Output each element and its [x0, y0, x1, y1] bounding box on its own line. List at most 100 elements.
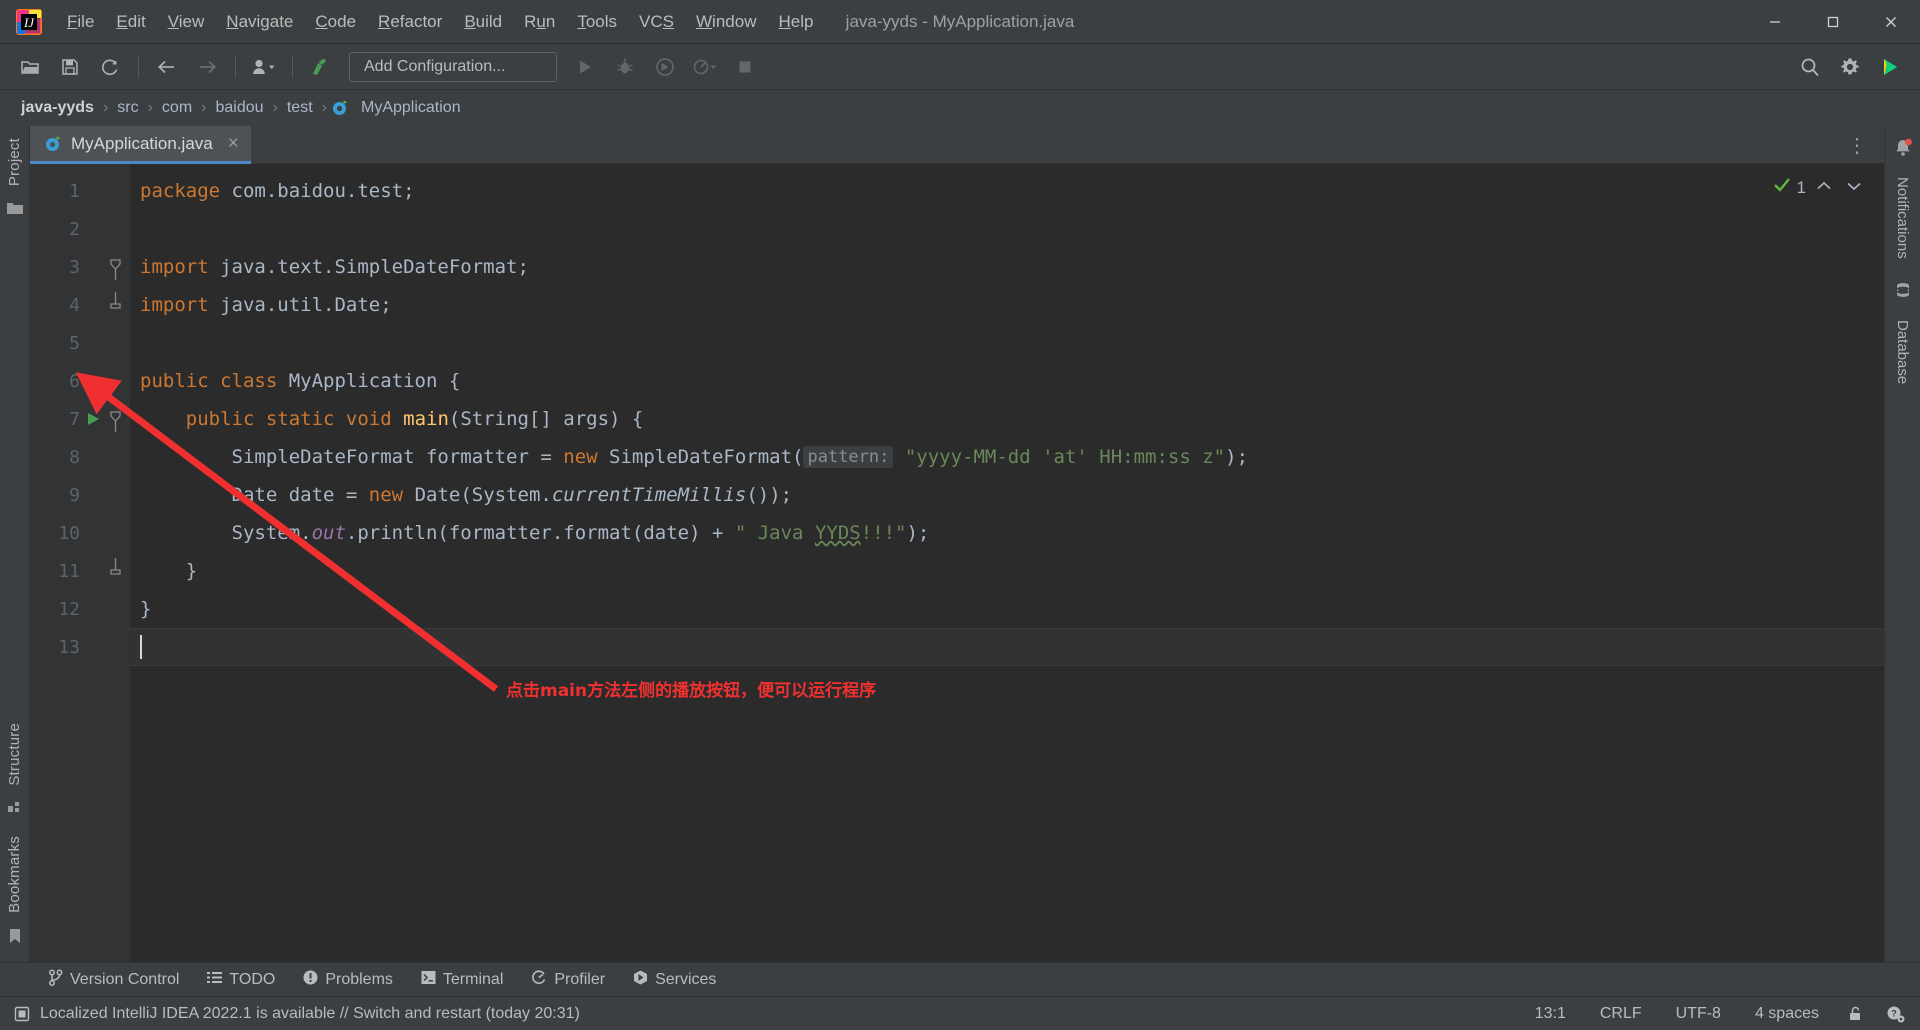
editor-gutter[interactable]: 1 2 3 4 5 6	[30, 164, 130, 962]
profiler-icon	[531, 970, 547, 990]
build-project-icon[interactable]	[304, 50, 338, 84]
synchronize-icon[interactable]	[93, 50, 127, 84]
java-class-icon	[331, 99, 349, 117]
editor-options-kebab-icon[interactable]: ⋮	[1841, 126, 1874, 164]
status-bar-message[interactable]: Localized IntelliJ IDEA 2022.1 is availa…	[40, 1005, 580, 1023]
user-profile-icon[interactable]	[247, 50, 281, 84]
coverage-icon[interactable]	[648, 50, 682, 84]
java-class-icon	[44, 135, 62, 153]
fold-collapse-icon[interactable]	[104, 406, 126, 432]
editor-tab-myapplication[interactable]: MyApplication.java ×	[30, 126, 251, 164]
menu-help[interactable]: Help	[767, 8, 824, 36]
file-encoding[interactable]: UTF-8	[1670, 1002, 1727, 1026]
unlocked-icon[interactable]	[1847, 1005, 1864, 1022]
open-project-icon[interactable]	[13, 50, 47, 84]
menu-vcs[interactable]: VCS	[628, 8, 685, 36]
line-number: 5	[30, 333, 82, 354]
close-tab-icon[interactable]: ×	[228, 134, 239, 153]
tool-window-terminal[interactable]: Terminal	[409, 967, 515, 993]
run-class-gutter-icon[interactable]	[82, 373, 104, 389]
stop-icon[interactable]	[728, 50, 762, 84]
sidebar-item-structure[interactable]: Structure	[2, 713, 27, 796]
svg-text:?: ?	[1891, 1008, 1897, 1018]
menu-edit[interactable]: Edit	[105, 8, 156, 36]
maximize-button[interactable]	[1804, 0, 1862, 44]
close-button[interactable]	[1862, 0, 1920, 44]
sidebar-item-project[interactable]: Project	[2, 128, 27, 196]
tool-window-version-control[interactable]: Version Control	[36, 966, 191, 994]
menu-code[interactable]: Code	[304, 8, 367, 36]
inspection-widget[interactable]: 1	[1773, 176, 1866, 199]
minimize-button[interactable]	[1746, 0, 1804, 44]
tool-window-todo[interactable]: TODO	[195, 967, 287, 993]
caret-position[interactable]: 13:1	[1529, 1002, 1572, 1026]
search-everywhere-icon[interactable]	[1793, 50, 1827, 84]
toolbar-separator-2	[235, 56, 236, 78]
menu-view[interactable]: View	[157, 8, 216, 36]
code-line[interactable]: public class MyApplication {	[130, 362, 1884, 400]
left-strip-top: Project	[2, 128, 27, 227]
breadcrumb-item-project[interactable]: java-yyds	[16, 99, 99, 117]
code-line[interactable]: }	[130, 552, 1884, 590]
menu-navigate[interactable]: Navigate	[215, 8, 304, 36]
code-line[interactable]: System.out.println(formatter.format(date…	[130, 514, 1884, 552]
code-line[interactable]: SimpleDateFormat formatter = new SimpleD…	[130, 438, 1884, 476]
help-settings-icon[interactable]: ?	[1886, 1005, 1906, 1023]
code-text-area[interactable]: package com.baidou.test; import java.text…	[130, 164, 1884, 962]
database-icon[interactable]	[1893, 281, 1913, 306]
menu-tools[interactable]: Tools	[566, 8, 628, 36]
code-editor[interactable]: 1 2 3 4 5 6	[30, 164, 1884, 962]
code-line[interactable]: }	[130, 590, 1884, 628]
menu-window[interactable]: Window	[685, 8, 767, 36]
fold-collapse-icon[interactable]	[104, 254, 126, 280]
ide-updates-icon[interactable]	[1873, 50, 1907, 84]
sidebar-item-database[interactable]: Database	[1890, 310, 1915, 394]
code-token: MyApplication {	[277, 370, 460, 392]
run-main-method-gutter-icon[interactable]	[82, 411, 104, 427]
notifications-bell-icon[interactable]	[1893, 138, 1913, 163]
run-icon[interactable]	[568, 50, 602, 84]
tool-window-problems[interactable]: Problems	[291, 967, 405, 993]
navigate-forward-icon[interactable]	[190, 50, 224, 84]
code-line[interactable]: public static void main(String[] args) {	[130, 400, 1884, 438]
breadcrumb-item-class[interactable]: MyApplication	[356, 99, 466, 117]
fold-end-icon[interactable]	[104, 292, 126, 318]
indent-setting[interactable]: 4 spaces	[1749, 1002, 1825, 1026]
line-separator[interactable]: CRLF	[1594, 1002, 1648, 1026]
code-line[interactable]: import java.util.Date;	[130, 286, 1884, 324]
text-caret	[140, 635, 142, 659]
code-line[interactable]	[130, 628, 1884, 666]
tool-window-profiler[interactable]: Profiler	[519, 967, 617, 993]
code-line[interactable]: import java.text.SimpleDateFormat;	[130, 248, 1884, 286]
chevron-down-icon[interactable]	[1842, 179, 1866, 196]
sidebar-item-bookmarks[interactable]: Bookmarks	[2, 826, 27, 923]
breadcrumb-item-test[interactable]: test	[282, 99, 318, 117]
breadcrumb-item-baidou[interactable]: baidou	[210, 99, 268, 117]
navigate-back-icon[interactable]	[150, 50, 184, 84]
menu-build[interactable]: Build	[453, 8, 513, 36]
save-all-icon[interactable]	[53, 50, 87, 84]
code-line[interactable]: Date date = new Date(System.currentTimeM…	[130, 476, 1884, 514]
profiler-dropdown-icon[interactable]	[688, 50, 722, 84]
sidebar-item-notifications[interactable]: Notifications	[1890, 167, 1915, 269]
code-line[interactable]	[130, 324, 1884, 362]
breadcrumb-separator-icon: ›	[146, 99, 155, 117]
code-token: }	[140, 598, 151, 620]
menu-refactor[interactable]: Refactor	[367, 8, 453, 36]
menu-run[interactable]: Run	[513, 8, 566, 36]
gutter-row: 11	[30, 552, 130, 590]
menu-bar: IJ File Edit View Navigate Code Refactor…	[0, 0, 1920, 44]
run-configuration-selector[interactable]: Add Configuration...	[349, 52, 557, 82]
chevron-up-icon[interactable]	[1812, 179, 1836, 196]
settings-gear-icon[interactable]	[1833, 50, 1867, 84]
fold-end-icon[interactable]	[104, 558, 126, 584]
menu-file[interactable]: File	[56, 8, 105, 36]
status-bar-right: 13:1 CRLF UTF-8 4 spaces ?	[1529, 1002, 1906, 1026]
debug-icon[interactable]	[608, 50, 642, 84]
code-line[interactable]: package com.baidou.test;	[130, 172, 1884, 210]
breadcrumb-item-com[interactable]: com	[157, 99, 197, 117]
gutter-row: 8	[30, 438, 130, 476]
breadcrumb-item-src[interactable]: src	[112, 99, 143, 117]
code-line[interactable]	[130, 210, 1884, 248]
tool-window-services[interactable]: Services	[621, 967, 728, 993]
